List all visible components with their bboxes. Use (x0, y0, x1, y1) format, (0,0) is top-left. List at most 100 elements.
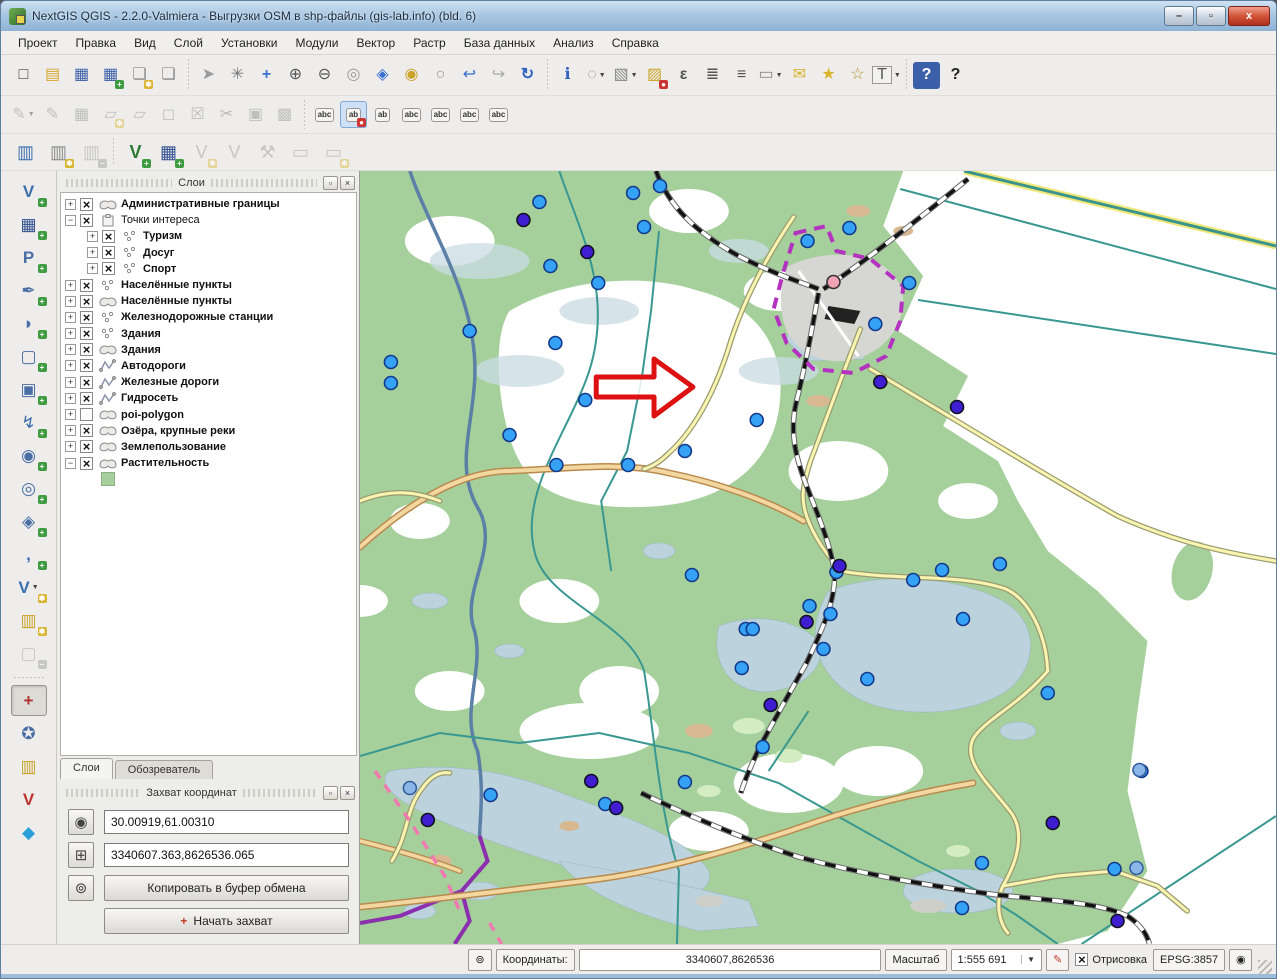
layer-visibility-checkbox[interactable]: × (102, 230, 115, 243)
panel-close-icon[interactable]: × (340, 786, 355, 800)
tree-expander-icon[interactable]: + (65, 441, 76, 452)
paste-features-icon[interactable]: ▩ (271, 101, 298, 128)
layer-visibility-checkbox[interactable]: × (80, 214, 93, 227)
layer-visibility-checkbox[interactable]: × (80, 440, 93, 453)
layer-visibility-checkbox[interactable]: × (80, 327, 93, 340)
text-annotation-icon[interactable]: T▼ (873, 62, 900, 89)
add-spatialite-layer-icon[interactable]: ✒+ (11, 275, 47, 306)
chevron-down-icon[interactable]: ▼ (28, 111, 35, 118)
track-mouse-icon[interactable]: ⊚ (468, 949, 491, 971)
copy-to-clipboard-button[interactable]: Копировать в буфер обмена (104, 875, 349, 901)
layer-visibility-checkbox[interactable]: × (80, 279, 93, 292)
highlight-pinned-labels-icon[interactable]: ab (369, 101, 396, 128)
layer-visibility-checkbox[interactable]: × (80, 424, 93, 437)
menu-установки[interactable]: Установки (212, 33, 286, 53)
layer-visibility-checkbox[interactable]: × (80, 295, 93, 308)
zoom-to-area-icon[interactable]: ◆ (11, 817, 47, 848)
save-project-as-icon[interactable]: ▦+ (97, 62, 124, 89)
minimize-button[interactable]: – (1164, 6, 1194, 26)
panel-float-icon[interactable]: ▫ (323, 786, 338, 800)
zoom-full-icon[interactable]: ◈ (369, 62, 396, 89)
menu-вид[interactable]: Вид (125, 33, 165, 53)
nextgis-extract-layer-icon[interactable]: ▥✱ (43, 137, 74, 168)
move-feature-icon[interactable]: ▱ (126, 101, 153, 128)
layer-label[interactable]: Растительность (121, 457, 209, 469)
chevron-down-icon[interactable]: ▼ (1021, 955, 1035, 964)
change-label-icon[interactable]: abc (485, 101, 512, 128)
tree-expander-icon[interactable]: + (65, 377, 76, 388)
add-feature-icon[interactable]: ▱✱ (97, 101, 124, 128)
zoom-out-icon[interactable]: ⊖ (311, 62, 338, 89)
deselect-all-icon[interactable]: ▨● (641, 62, 668, 89)
layer-label[interactable]: Населённые пункты (121, 295, 232, 307)
add-virtual-layer-icon[interactable]: ↯+ (11, 407, 47, 438)
add-db2-layer-icon[interactable]: ▣+ (11, 374, 47, 405)
identify-icon[interactable]: ℹ (554, 62, 581, 89)
add-oracle-layer-icon[interactable]: ▢+ (11, 341, 47, 372)
layer-item[interactable]: +×Спорт (65, 261, 356, 277)
dock-tab-обозреватель[interactable]: Обозреватель (115, 760, 214, 779)
track-mouse-icon[interactable]: ⊚ (68, 875, 94, 901)
layer-visibility-checkbox[interactable] (80, 408, 93, 421)
layer-label[interactable]: Административные границы (121, 198, 280, 210)
add-raster-plus-icon[interactable]: ▦+ (153, 137, 184, 168)
layer-item[interactable]: −× Точки интереса (65, 212, 356, 228)
chevron-down-icon[interactable]: ▼ (599, 72, 606, 79)
add-postgis-layer-icon[interactable]: P+ (11, 242, 47, 273)
copy-features-icon[interactable]: ▣ (242, 101, 269, 128)
menu-проект[interactable]: Проект (9, 33, 67, 53)
current-edits-icon[interactable]: ✎▼ (10, 101, 37, 128)
select-by-expression-icon[interactable]: ε (670, 62, 697, 89)
save-project-icon[interactable]: ▦ (68, 62, 95, 89)
projection-icon[interactable]: ◉ (1229, 949, 1252, 971)
layer-label[interactable]: Автодороги (121, 360, 186, 372)
project-crs-icon[interactable]: ⊞ (68, 842, 94, 868)
add-wcs-layer-icon[interactable]: ◎+ (11, 473, 47, 504)
new-vector-layer-icon[interactable]: V✱ (186, 137, 217, 168)
select-features-icon[interactable]: ▧▼ (612, 62, 639, 89)
measure-icon[interactable]: ▭▼ (757, 62, 784, 89)
dock-tab-слои[interactable]: Слои (60, 758, 113, 779)
osm-download-icon[interactable]: ▥ (11, 751, 47, 782)
add-vector-layer-icon[interactable]: V+ (11, 176, 47, 207)
layer-visibility-checkbox[interactable]: × (80, 457, 93, 470)
tree-expander-icon[interactable]: + (65, 425, 76, 436)
layer-label[interactable]: Точки интереса (121, 214, 200, 226)
layer-visibility-checkbox[interactable]: × (102, 246, 115, 259)
remove-layer-icon[interactable]: ▢− (11, 638, 47, 669)
maximize-button[interactable]: ▫ (1196, 6, 1226, 26)
chevron-down-icon[interactable]: ▼ (631, 72, 638, 79)
add-mssql-layer-icon[interactable]: ◗+ (11, 308, 47, 339)
edit-vector-layer-icon[interactable]: V (219, 137, 250, 168)
layer-item[interactable]: +×Досуг (65, 245, 356, 261)
tree-expander-icon[interactable]: + (65, 360, 76, 371)
tree-expander-icon[interactable]: − (65, 215, 76, 226)
new-bookmark-icon[interactable]: ★ (815, 62, 842, 89)
touch-zoom-icon[interactable]: ➤ (195, 62, 222, 89)
pan-map-icon[interactable]: ✳ (224, 62, 251, 89)
tree-expander-icon[interactable]: + (65, 296, 76, 307)
render-toggle[interactable]: × Отрисовка (1075, 953, 1147, 966)
delete-selected-icon[interactable]: ☒ (184, 101, 211, 128)
projected-coords-field[interactable]: 3340607.363,8626536.065 (104, 843, 349, 867)
resize-grip[interactable] (1258, 960, 1272, 974)
layer-symbology-swatch[interactable] (65, 471, 356, 487)
menu-анализ[interactable]: Анализ (544, 33, 603, 53)
add-wfs-layer-icon[interactable]: ◈+ (11, 506, 47, 537)
tree-expander-icon[interactable]: + (65, 280, 76, 291)
layer-label[interactable]: Железнодорожные станции (121, 311, 273, 323)
layer-item[interactable]: + × Населённые пункты (65, 293, 356, 309)
layer-item[interactable]: +×Здания (65, 342, 356, 358)
title-bar[interactable]: NextGIS QGIS - 2.2.0-Valmiera - Выгрузки… (1, 1, 1276, 31)
tree-expander-icon[interactable]: + (65, 312, 76, 323)
open-project-icon[interactable]: ▤ (39, 62, 66, 89)
clip-layer-icon[interactable]: ▭ (285, 137, 316, 168)
new-gpx-layer-icon[interactable]: ▥✱ (11, 605, 47, 636)
new-project-icon[interactable]: □ (10, 62, 37, 89)
cut-features-icon[interactable]: ✂ (213, 101, 240, 128)
tree-expander-icon[interactable]: + (65, 393, 76, 404)
layer-item[interactable]: +×Здания (65, 326, 356, 342)
pan-to-selection-icon[interactable]: + (253, 62, 280, 89)
layer-visibility-checkbox[interactable]: × (80, 359, 93, 372)
rotate-label-icon[interactable]: abc (456, 101, 483, 128)
